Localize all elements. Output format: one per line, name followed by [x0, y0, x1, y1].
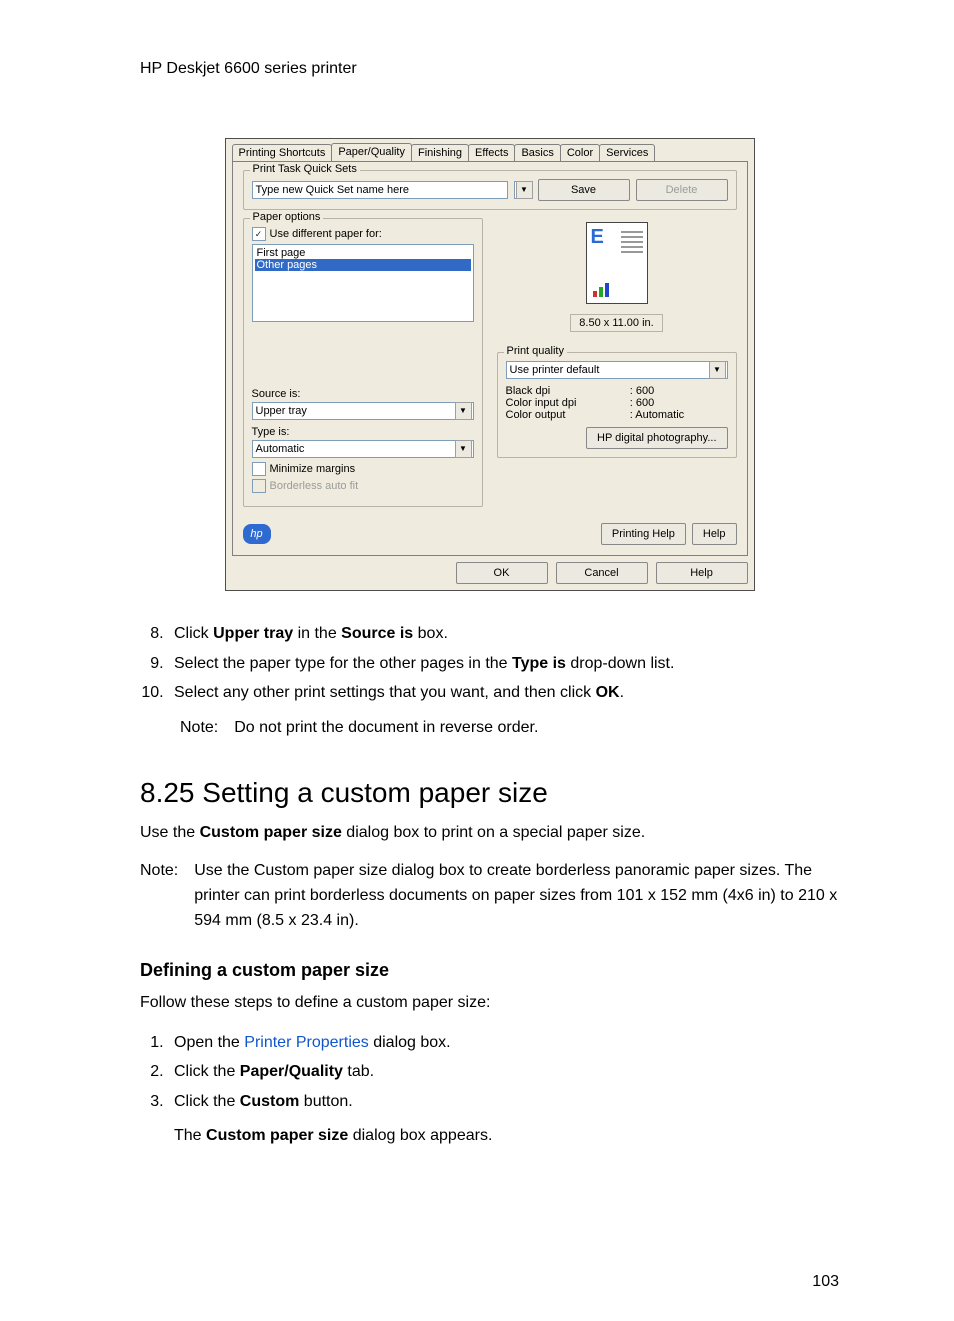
cancel-button[interactable]: Cancel [556, 562, 648, 584]
quick-set-name-input[interactable]: Type new Quick Set name here [252, 181, 508, 199]
paper-size-readout: 8.50 x 11.00 in. [570, 314, 662, 332]
paragraph: Use the Custom paper size dialog box to … [140, 821, 839, 846]
list-item: Open the Printer Properties dialog box. [168, 1030, 839, 1056]
list-item: Select any other print settings that you… [168, 680, 839, 706]
tab-effects[interactable]: Effects [468, 144, 515, 161]
chevron-down-icon: ▼ [455, 440, 472, 458]
list-item: Click Upper tray in the Source is box. [168, 621, 839, 647]
help-button-lower[interactable]: Help [656, 562, 748, 584]
checkbox-icon [252, 462, 266, 476]
document-header: HP Deskjet 6600 series printer [140, 60, 839, 78]
subheading: Defining a custom paper size [140, 960, 839, 981]
tabs-row: Printing Shortcuts Paper/Quality Finishi… [226, 139, 754, 161]
source-is-label: Source is: [252, 388, 474, 400]
minimize-margins-checkbox[interactable]: Minimize margins [252, 462, 474, 476]
checkbox-icon [252, 479, 266, 493]
section-heading: 8.25 Setting a custom paper size [140, 777, 839, 809]
printer-properties-link[interactable]: Printer Properties [244, 1034, 369, 1051]
list-item: Click the Custom button. The Custom pape… [168, 1089, 839, 1149]
print-quality-combo[interactable]: Use printer default ▼ [506, 361, 728, 379]
steps-list-b: Open the Printer Properties dialog box. … [140, 1030, 839, 1150]
color-input-dpi-value: : 600 [630, 397, 728, 409]
use-different-paper-label: Use different paper for: [270, 228, 382, 240]
print-dialog-figure: Printing Shortcuts Paper/Quality Finishi… [225, 138, 755, 591]
note-block: Note: Do not print the document in rever… [180, 716, 839, 741]
color-output-value: : Automatic [630, 409, 728, 421]
save-button[interactable]: Save [538, 179, 630, 201]
hp-digital-photography-button[interactable]: HP digital photography... [586, 427, 727, 449]
paper-preview: E 8.50 x 11.00 in. [497, 222, 737, 332]
type-is-label: Type is: [252, 426, 474, 438]
quick-sets-group: Print Task Quick Sets Type new Quick Set… [243, 170, 737, 210]
paper-options-title: Paper options [250, 211, 324, 223]
list-item[interactable]: First page [255, 247, 471, 259]
black-dpi-value: : 600 [630, 385, 728, 397]
printing-help-button[interactable]: Printing Help [601, 523, 686, 545]
tab-paper-quality[interactable]: Paper/Quality [331, 143, 412, 161]
tab-printing-shortcuts[interactable]: Printing Shortcuts [232, 144, 333, 161]
print-quality-title: Print quality [504, 345, 567, 357]
page-number: 103 [812, 1273, 839, 1291]
chevron-down-icon: ▼ [709, 361, 726, 379]
color-input-dpi-label: Color input dpi [506, 397, 620, 409]
tab-finishing[interactable]: Finishing [411, 144, 469, 161]
list-item: Click the Paper/Quality tab. [168, 1059, 839, 1085]
source-is-combo[interactable]: Upper tray ▼ [252, 402, 474, 420]
chevron-down-icon: ▼ [516, 181, 533, 199]
list-item[interactable]: Other pages [255, 259, 471, 271]
steps-list-a: Click Upper tray in the Source is box. S… [140, 621, 839, 706]
list-item: Select the paper type for the other page… [168, 651, 839, 677]
black-dpi-label: Black dpi [506, 385, 620, 397]
print-quality-group: Print quality Use printer default ▼ Blac… [497, 352, 737, 458]
tab-color[interactable]: Color [560, 144, 600, 161]
paragraph: Follow these steps to define a custom pa… [140, 991, 839, 1016]
tab-services[interactable]: Services [599, 144, 655, 161]
note-block: Note: Use the Custom paper size dialog b… [140, 859, 839, 933]
paper-options-group: Paper options ✓ Use different paper for:… [243, 218, 483, 507]
paper-for-listbox[interactable]: First page Other pages [252, 244, 474, 322]
borderless-auto-fit-label: Borderless auto fit [270, 480, 359, 492]
note-body: Do not print the document in reverse ord… [234, 716, 538, 741]
ok-button[interactable]: OK [456, 562, 548, 584]
note-body: Use the Custom paper size dialog box to … [194, 859, 839, 933]
quick-set-dropdown[interactable]: ▼ [514, 181, 532, 199]
paper-preview-image: E [586, 222, 648, 304]
delete-button: Delete [636, 179, 728, 201]
quick-sets-title: Print Task Quick Sets [250, 163, 360, 175]
type-is-combo[interactable]: Automatic ▼ [252, 440, 474, 458]
chevron-down-icon: ▼ [455, 402, 472, 420]
hp-logo-icon: hp [243, 524, 271, 544]
borderless-auto-fit-checkbox: Borderless auto fit [252, 479, 474, 493]
note-label: Note: [180, 716, 218, 741]
help-button[interactable]: Help [692, 523, 737, 545]
checkbox-icon: ✓ [252, 227, 266, 241]
use-different-paper-checkbox[interactable]: ✓ Use different paper for: [252, 227, 474, 241]
note-label: Note: [140, 859, 178, 933]
color-output-label: Color output [506, 409, 620, 421]
tab-basics[interactable]: Basics [514, 144, 560, 161]
minimize-margins-label: Minimize margins [270, 463, 356, 475]
tab-panel: Print Task Quick Sets Type new Quick Set… [232, 161, 748, 556]
